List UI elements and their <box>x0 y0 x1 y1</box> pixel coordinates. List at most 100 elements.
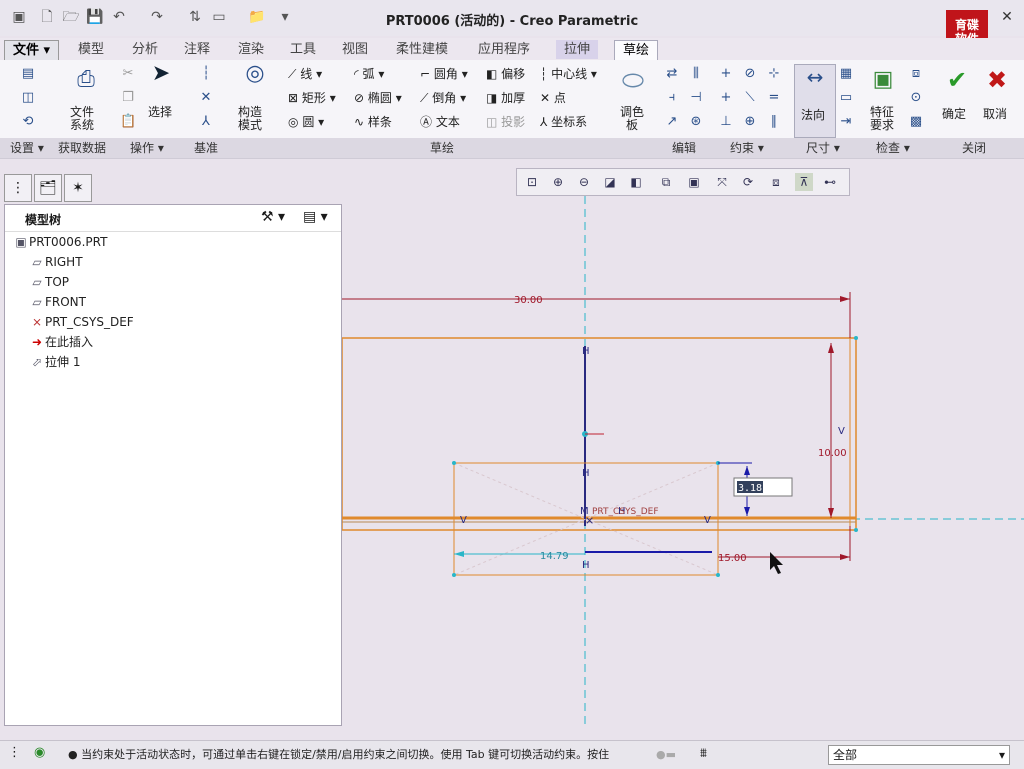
rectangle-button[interactable]: ⊠ 矩形 ▾ <box>288 90 336 106</box>
reference-dimension-icon[interactable]: ▭ <box>838 90 854 106</box>
zoom-in-icon[interactable]: ⊕ <box>549 173 567 191</box>
tree-item-csys[interactable]: ⨯ PRT_CSYS_DEF <box>29 313 134 331</box>
cut-icon[interactable]: ✂ <box>120 66 136 82</box>
spline-button[interactable]: ∿ 样条 <box>354 114 392 130</box>
browser-toggle-icon[interactable]: ◉ <box>34 745 52 763</box>
construction-mode-icon[interactable]: ◎ <box>242 63 268 94</box>
constraint-v-left[interactable]: V <box>460 515 467 526</box>
shade-closed-loops-icon[interactable]: ▩ <box>908 114 924 130</box>
favorites-tab-icon[interactable]: ✶ <box>64 174 92 202</box>
tab-flexible-modeling[interactable]: 柔性建模 <box>388 40 456 59</box>
equal-constraint-icon[interactable]: = <box>766 90 782 106</box>
tab-view[interactable]: 视图 <box>334 40 376 59</box>
dim-edit-value[interactable]: 3.18 <box>738 483 762 494</box>
group-operations[interactable]: 操作 ▾ <box>130 140 164 156</box>
tree-item-front[interactable]: ▱ FRONT <box>29 293 86 311</box>
construction-mode-button[interactable]: 构造 模式 <box>238 106 262 132</box>
tree-item-insert-here[interactable]: ➜ 在此插入 <box>29 333 93 351</box>
palette-button[interactable]: 调色 板 <box>620 106 644 132</box>
datum-display-icon[interactable]: ⤧ <box>713 173 731 191</box>
group-settings[interactable]: 设置 ▾ <box>10 140 44 156</box>
datum-csys-icon[interactable]: ⅄ <box>198 114 214 130</box>
coordinate-system-button[interactable]: ⅄ 坐标系 <box>540 114 587 130</box>
group-inspect[interactable]: 检查 ▾ <box>876 140 910 156</box>
modify-icon[interactable]: ⇄ <box>664 66 680 82</box>
dim-width-text[interactable]: 30.00 <box>514 295 543 306</box>
tree-settings-icon[interactable]: ⚒ ▾ <box>261 209 285 225</box>
folder-browser-tab-icon[interactable]: 🗂 <box>34 174 62 202</box>
baseline-icon[interactable]: ⇥ <box>838 114 854 130</box>
arc-button[interactable]: ◜ 弧 ▾ <box>354 66 384 82</box>
repaint-icon[interactable]: ◪ <box>601 173 619 191</box>
saved-orientations-icon[interactable]: ⧉ <box>657 173 675 191</box>
normal-dimension-button[interactable]: ↔ 法向 <box>794 64 836 138</box>
circle-button[interactable]: ◎ 圆 ▾ <box>288 114 324 130</box>
parallel-constraint-icon[interactable]: ∥ <box>766 114 782 130</box>
line-button[interactable]: ⟋ 线 ▾ <box>288 66 322 82</box>
tab-applications[interactable]: 应用程序 <box>470 40 538 59</box>
view-manager-icon[interactable]: ▣ <box>685 173 703 191</box>
dim-height-text[interactable]: 10.00 <box>818 448 847 459</box>
dim-offset-text[interactable]: 15.00 <box>718 553 747 564</box>
select-button[interactable]: 选择 <box>148 104 172 120</box>
tab-annotate[interactable]: 注释 <box>176 40 218 59</box>
overlapping-geometry-icon[interactable]: ⧈ <box>908 66 924 82</box>
constraint-h-bottom[interactable]: H <box>582 560 590 571</box>
group-dimension[interactable]: 尺寸 ▾ <box>806 140 840 156</box>
tree-columns-icon[interactable]: ▤ ▾ <box>303 209 328 225</box>
group-get-data[interactable]: 获取数据 <box>58 140 106 156</box>
cancel-icon[interactable]: ✖ <box>984 66 1010 94</box>
project-button[interactable]: ◫ 投影 <box>486 114 525 130</box>
refit-icon[interactable]: ⊡ <box>523 173 541 191</box>
paste-icon[interactable]: 📋 <box>120 114 136 130</box>
centerline-datum-icon[interactable]: ┆ <box>198 66 214 82</box>
constraint-h-mid[interactable]: H <box>582 468 590 479</box>
point-button[interactable]: ✕ 点 <box>540 90 566 106</box>
tree-item-part[interactable]: ▣ PRT0006.PRT <box>13 233 107 251</box>
perimeter-icon[interactable]: ▦ <box>838 66 854 82</box>
tangent-constraint-icon[interactable]: ⊘ <box>742 66 758 82</box>
vertical-constraint-icon[interactable]: + <box>718 66 734 82</box>
sketcher-display-filter-icon[interactable]: ⊼ <box>795 173 813 191</box>
tree-item-extrude[interactable]: ⬀ 拉伸 1 <box>29 353 80 371</box>
tab-analysis[interactable]: 分析 <box>124 40 166 59</box>
symmetric-constraint-icon[interactable]: ⊹ <box>766 66 782 82</box>
feature-requirements-icon[interactable]: ▣ <box>868 66 898 94</box>
centerline-button[interactable]: ┆ 中心线 ▾ <box>540 66 597 82</box>
group-constrain[interactable]: 约束 ▾ <box>730 140 764 156</box>
corner-icon[interactable]: ↗ <box>664 114 680 130</box>
spin-center-icon[interactable]: ⟳ <box>739 173 757 191</box>
ellipse-button[interactable]: ⊘ 椭圆 ▾ <box>354 90 402 106</box>
datum-point-icon[interactable]: ✕ <box>198 90 214 106</box>
constraint-v-right[interactable]: V <box>838 426 845 437</box>
tab-tools[interactable]: 工具 <box>282 40 324 59</box>
selection-filter[interactable]: 全部 ▾ <box>828 745 1010 765</box>
thicken-button[interactable]: ◨ 加厚 <box>486 90 525 106</box>
offset-button[interactable]: ◧ 偏移 <box>486 66 525 82</box>
highlight-open-ends-icon[interactable]: ⊙ <box>908 90 924 106</box>
confirm-button[interactable]: 确定 <box>942 106 966 122</box>
constraint-display-icon[interactable]: ⊷ <box>821 173 839 191</box>
tab-file[interactable]: 文件 ▾ <box>4 40 60 61</box>
palette-icon[interactable]: ⬭ <box>618 66 648 96</box>
divide-icon[interactable]: ⫞ <box>664 90 680 106</box>
confirm-icon[interactable]: ✔ <box>944 66 970 94</box>
coincident-constraint-icon[interactable]: ⊕ <box>742 114 758 130</box>
navigator-toggle-icon[interactable]: ⋮ <box>8 745 26 763</box>
sketch-view-toolbar-icon[interactable]: ⧈ <box>767 173 785 191</box>
tree-item-right[interactable]: ▱ RIGHT <box>29 253 82 271</box>
tab-model[interactable]: 模型 <box>70 40 112 59</box>
delete-segment-icon[interactable]: ⊣ <box>688 90 704 106</box>
sketch-setup-icon[interactable]: ▤ <box>20 66 36 82</box>
constraint-v-inner[interactable]: V <box>704 515 711 526</box>
tab-render[interactable]: 渲染 <box>230 40 272 59</box>
fillet-button[interactable]: ⌐ 圆角 ▾ <box>420 66 468 82</box>
tab-sketch[interactable]: 草绘 <box>614 40 659 60</box>
model-tree-tab-icon[interactable]: ⋮ <box>4 174 32 202</box>
cancel-button[interactable]: 取消 <box>983 106 1007 122</box>
file-system-icon[interactable]: ⎙ <box>72 66 100 94</box>
rotate-resize-icon[interactable]: ⊛ <box>688 114 704 130</box>
perpendicular-constraint-icon[interactable]: ⊥ <box>718 114 734 130</box>
horizontal-constraint-icon[interactable]: + <box>718 90 734 106</box>
sketch-canvas[interactable]: 30.00 10.00 15.00 14.79 3.18 H H H H V V… <box>342 196 1024 724</box>
